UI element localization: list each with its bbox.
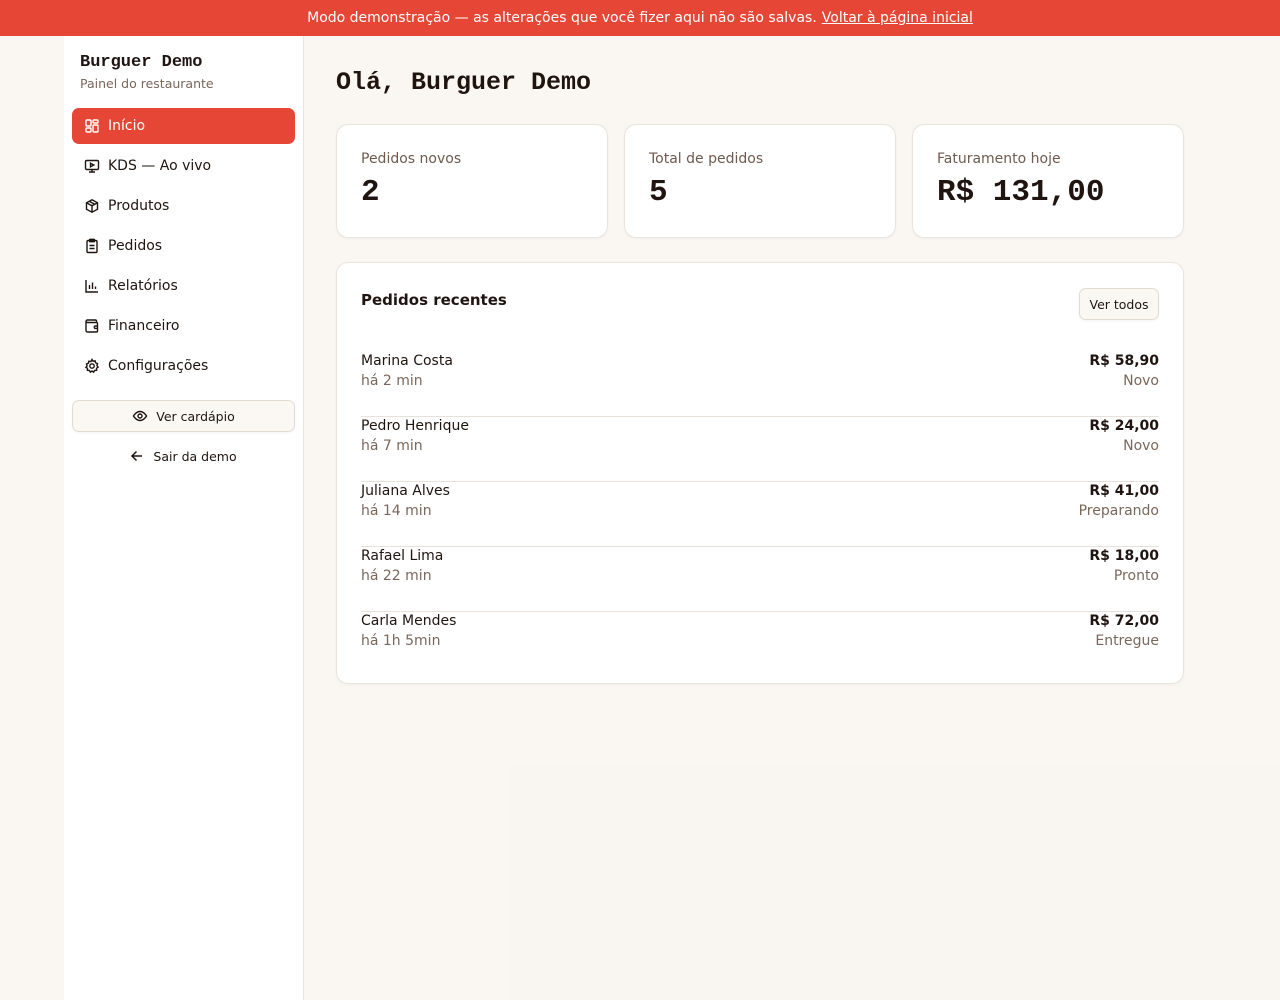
sidebar-item-label: Pedidos [108,238,163,254]
order-customer-name: Rafael Lima [361,548,444,564]
sidebar-item-produtos[interactable]: Produtos [72,188,295,224]
stat-value: 5 [649,175,668,210]
gear-icon [84,358,100,374]
stat-card-revenue-today: Faturamento hoje R$ 131,00 [912,124,1184,238]
sidebar-item-configuracoes[interactable]: Configurações [72,348,295,384]
demo-banner: Modo demonstração — as alterações que vo… [0,0,1280,36]
order-price: R$ 58,90 [1089,353,1159,369]
dashboard-icon [84,118,100,134]
order-status: Pronto [1113,568,1159,584]
sidebar-item-inicio[interactable]: Início [72,108,295,144]
order-row[interactable]: Juliana Alves há 14 min R$ 41,00 Prepara… [361,482,1159,547]
exit-demo-button[interactable]: Sair da demo [72,440,295,472]
sidebar-item-label: Produtos [108,198,170,214]
recent-orders-title: Pedidos recentes [361,291,507,309]
page-title: Olá, Burguer Demo [336,68,592,97]
wallet-icon [84,318,100,334]
order-row[interactable]: Marina Costa há 2 min R$ 58,90 Novo [361,352,1159,417]
stat-label: Total de pedidos [649,151,764,167]
order-price: R$ 41,00 [1089,483,1159,499]
order-row[interactable]: Rafael Lima há 22 min R$ 18,00 Pronto [361,547,1159,612]
order-status: Entregue [1095,633,1159,649]
order-customer-name: Juliana Alves [361,483,450,499]
view-menu-label: Ver cardápio [156,408,235,424]
arrow-left-icon [130,449,144,463]
view-all-button[interactable]: Ver todos [1079,288,1159,320]
eye-icon [132,408,148,424]
sidebar-item-financeiro[interactable]: Financeiro [72,308,295,344]
order-customer-name: Carla Mendes [361,613,457,629]
restaurant-subtitle: Painel do restaurante [80,76,214,91]
sidebar-item-relatorios[interactable]: Relatórios [72,268,295,304]
order-price: R$ 72,00 [1089,613,1159,629]
order-status: Preparando [1078,503,1159,519]
clipboard-icon [84,238,100,254]
demo-banner-message: Modo demonstração — as alterações que vo… [307,10,817,26]
order-time: há 2 min [361,373,423,389]
order-price: R$ 18,00 [1089,548,1159,564]
order-customer-name: Pedro Henrique [361,418,469,434]
sidebar-item-label: Configurações [108,358,209,374]
exit-demo-label: Sair da demo [153,448,237,464]
order-time: há 1h 5min [361,633,441,649]
background-panel [508,764,1280,1000]
recent-orders-card: Pedidos recentes Ver todos Marina Costa … [336,262,1184,684]
bar-chart-icon [84,278,100,294]
view-menu-button[interactable]: Ver cardápio [72,400,295,432]
sidebar-item-label: KDS — Ao vivo [108,158,212,174]
order-row[interactable]: Pedro Henrique há 7 min R$ 24,00 Novo [361,417,1159,482]
order-status: Novo [1123,373,1159,389]
package-icon [84,198,100,214]
stat-card-total-orders: Total de pedidos 5 [624,124,896,238]
restaurant-name: Burguer Demo [80,53,203,72]
stat-label: Pedidos novos [361,151,462,167]
order-status: Novo [1123,438,1159,454]
sidebar-item-kds[interactable]: KDS — Ao vivo [72,148,295,184]
sidebar-item-label: Relatórios [108,278,178,294]
order-row[interactable]: Carla Mendes há 1h 5min R$ 72,00 Entregu… [361,612,1159,677]
order-time: há 22 min [361,568,432,584]
sidebar: Burguer Demo Painel do restaurante Iníci… [64,36,304,1000]
order-time: há 7 min [361,438,423,454]
order-time: há 14 min [361,503,432,519]
order-customer-name: Marina Costa [361,353,453,369]
stat-card-new-orders: Pedidos novos 2 [336,124,608,238]
order-price: R$ 24,00 [1089,418,1159,434]
monitor-play-icon [84,158,100,174]
stat-value: 2 [361,175,380,210]
sidebar-nav: Início KDS — Ao vivo Produtos Pedidos Re… [72,108,295,388]
stat-label: Faturamento hoje [937,151,1061,167]
stat-value: R$ 131,00 [937,175,1105,210]
sidebar-item-label: Financeiro [108,318,180,334]
back-home-link[interactable]: Voltar à página inicial [822,10,973,26]
sidebar-item-label: Início [108,118,146,134]
sidebar-item-pedidos[interactable]: Pedidos [72,228,295,264]
